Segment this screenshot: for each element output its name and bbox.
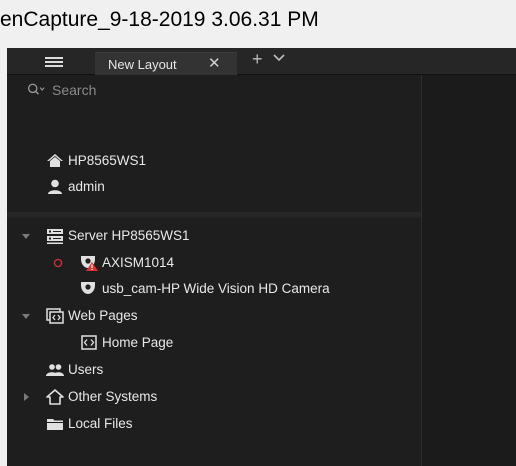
host-label: HP8565WS1 xyxy=(68,153,147,168)
window-title: enCapture_9-18-2019 3.06.31 PM xyxy=(0,8,319,31)
tree-item-camera-usb[interactable]: usb_cam-HP Wide Vision HD Camera xyxy=(7,279,421,301)
tab-bar: New Layout ✕ + xyxy=(7,48,516,75)
app-window: New Layout ✕ + Search HP8565WS1 admin Se… xyxy=(7,48,516,466)
layout-area[interactable] xyxy=(422,75,516,466)
offline-status-icon xyxy=(53,258,63,268)
tree-item-camera-axism1014[interactable]: AXISM1014 xyxy=(7,253,421,275)
server-label: Server HP8565WS1 xyxy=(68,228,190,243)
hamburger-icon[interactable] xyxy=(45,57,63,67)
users-icon xyxy=(46,364,64,376)
camera-label: AXISM1014 xyxy=(102,255,175,270)
users-label: Users xyxy=(68,362,104,377)
web-pages-label: Web Pages xyxy=(68,308,138,323)
section-divider xyxy=(7,212,421,218)
tree-item-other-systems[interactable]: Other Systems xyxy=(7,387,421,409)
folder-icon xyxy=(47,419,63,430)
tree-item-home-page[interactable]: Home Page xyxy=(7,333,421,355)
user-row[interactable]: admin xyxy=(7,177,421,199)
expand-arrow-icon[interactable] xyxy=(21,311,31,321)
user-label: admin xyxy=(68,179,105,194)
web-pages-icon xyxy=(46,308,64,324)
tree-item-local-files[interactable]: Local Files xyxy=(7,414,421,436)
close-icon[interactable]: ✕ xyxy=(208,54,221,72)
search-input[interactable] xyxy=(52,79,352,101)
host-row[interactable]: HP8565WS1 xyxy=(7,151,421,173)
tree-item-web-pages[interactable]: Web Pages xyxy=(7,306,421,328)
chevron-down-icon[interactable] xyxy=(273,52,285,66)
tab-label: New Layout xyxy=(108,57,177,72)
server-icon xyxy=(47,229,63,244)
user-icon xyxy=(48,179,62,194)
search-icon[interactable] xyxy=(27,81,45,99)
camera-icon xyxy=(81,282,95,294)
home-page-label: Home Page xyxy=(102,335,174,350)
screenshot-frame: enCapture_9-18-2019 3.06.31 PM New Layou… xyxy=(0,0,516,466)
expand-arrow-icon[interactable] xyxy=(21,231,31,241)
resource-tree-panel: HP8565WS1 admin xyxy=(7,75,421,466)
window-titlebar: enCapture_9-18-2019 3.06.31 PM xyxy=(0,0,516,48)
web-page-icon xyxy=(81,335,97,350)
other-systems-icon xyxy=(46,389,64,405)
camera-alert-icon xyxy=(81,256,98,271)
camera-label: usb_cam-HP Wide Vision HD Camera xyxy=(102,281,330,296)
search-bar xyxy=(7,75,421,105)
add-tab-button[interactable]: + xyxy=(252,49,263,70)
tree-item-users[interactable]: Users xyxy=(7,360,421,382)
other-systems-label: Other Systems xyxy=(68,389,158,404)
collapse-arrow-icon[interactable] xyxy=(21,392,31,402)
home-icon xyxy=(47,154,63,167)
tab-new-layout[interactable]: New Layout ✕ xyxy=(95,52,237,75)
local-files-label: Local Files xyxy=(68,416,133,431)
tree-item-server[interactable]: Server HP8565WS1 xyxy=(7,226,421,248)
